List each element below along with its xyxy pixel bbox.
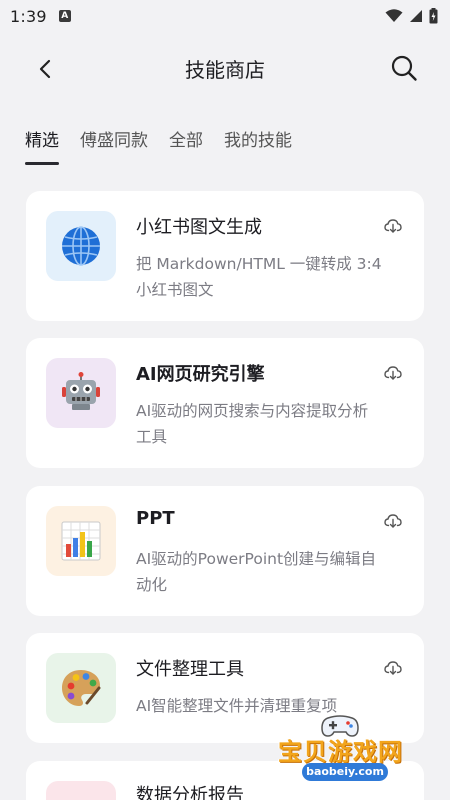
skill-description-line: AI驱动的网页搜索与内容提取分析 [136,402,369,420]
search-icon [391,55,417,81]
tab-featured[interactable]: 精选 [25,124,59,168]
skill-description: AI智能整理文件并清理重复项 [136,693,406,719]
skill-card[interactable]: 数据分析报告 [26,761,424,800]
globe-icon [62,226,100,266]
search-button[interactable] [388,52,420,84]
skill-description-line: AI智能整理文件并清理重复项 [136,697,338,715]
battery-icon [429,8,438,24]
cloud-download-icon[interactable] [384,659,402,677]
skill-description-line: 小红书图文 [136,281,214,299]
wifi-icon [385,9,403,22]
skill-card[interactable]: 文件整理工具 AI智能整理文件并清理重复项 [26,633,424,743]
notification-a-icon: A [58,10,71,22]
skill-description: AI驱动的网页搜索与内容提取分析 工具 [136,398,406,450]
chevron-left-icon [39,59,51,79]
skill-icon-box [46,781,116,800]
tab-my-skills[interactable]: 我的技能 [224,124,292,168]
skill-title: 小红书图文生成 [136,217,262,238]
tab-fusheng-picks[interactable]: 傅盛同款 [80,124,148,168]
skill-title: PPT [136,508,175,529]
skill-description-line: 动化 [136,576,168,594]
skill-description-line: 工具 [136,428,168,446]
bar-chart-icon [61,521,101,561]
page-title: 技能商店 [185,57,265,82]
palette-icon [62,670,101,706]
skill-card[interactable]: PPT AI驱动的PowerPoint创建与编辑自 动化 [26,486,424,616]
skill-icon-box [46,358,116,428]
status-bar: 1:39 A [0,0,450,32]
skill-card[interactable]: 小红书图文生成 把 Markdown/HTML 一键转成 3:4 小红书图文 [26,191,424,321]
cloud-download-icon[interactable] [384,512,402,530]
skill-description-line: AI驱动的PowerPoint创建与编辑自 [136,550,377,568]
category-tabs: 精选 傅盛同款 全部 我的技能 [25,124,292,168]
skill-icon-box [46,506,116,576]
skill-title: 数据分析报告 [136,785,244,800]
cloud-download-icon[interactable] [384,217,402,235]
status-icons [385,8,438,24]
back-button[interactable] [30,54,60,84]
skill-icon-box [46,211,116,281]
top-app-bar: 技能商店 [0,40,450,96]
tab-all[interactable]: 全部 [169,124,203,168]
skill-title: 文件整理工具 [136,659,244,680]
cloud-download-icon[interactable] [384,364,402,382]
skill-description: AI驱动的PowerPoint创建与编辑自 动化 [136,546,406,598]
skill-description: 把 Markdown/HTML 一键转成 3:4 小红书图文 [136,251,406,303]
cell-signal-icon [410,10,422,22]
status-time: 1:39 [10,6,47,26]
skill-card[interactable]: AI网页研究引擎 AI驱动的网页搜索与内容提取分析 工具 [26,338,424,468]
skill-description-line: 把 Markdown/HTML 一键转成 3:4 [136,255,382,273]
skill-title: AI网页研究引擎 [136,364,265,385]
robot-icon [62,372,100,410]
skill-icon-box [46,653,116,723]
